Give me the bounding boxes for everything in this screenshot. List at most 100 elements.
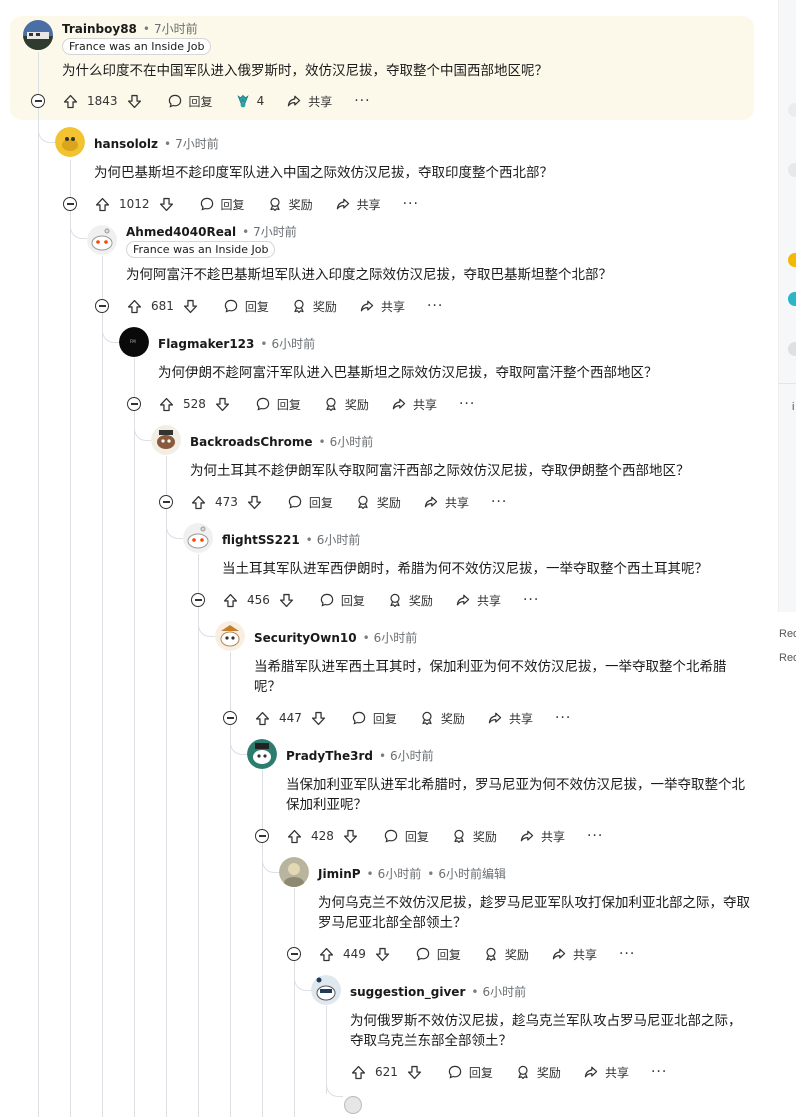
share-button[interactable]: 共享 <box>583 1064 629 1081</box>
upvote-icon[interactable] <box>158 396 175 413</box>
upvote-icon[interactable] <box>62 93 79 110</box>
username[interactable]: Ahmed4040Real <box>126 225 236 239</box>
reply-button[interactable]: 回复 <box>167 93 213 110</box>
sidebar-link[interactable]: Red <box>779 628 796 640</box>
reply-button[interactable]: 回复 <box>415 946 461 963</box>
reply-button[interactable]: 回复 <box>223 298 269 315</box>
share-button[interactable]: 共享 <box>487 710 533 727</box>
share-button[interactable]: 共享 <box>455 592 501 609</box>
timestamp[interactable]: 6小时前 <box>390 747 434 764</box>
more-options-button[interactable]: ··· <box>491 494 507 510</box>
award-button[interactable]: 奖励 <box>387 592 433 609</box>
avatar[interactable] <box>279 857 309 887</box>
username[interactable]: flightSS221 <box>222 533 300 547</box>
downvote-icon[interactable] <box>342 828 359 845</box>
more-options-button[interactable]: ··· <box>459 396 475 412</box>
downvote-icon[interactable] <box>374 946 391 963</box>
downvote-icon[interactable] <box>214 396 231 413</box>
collapse-button[interactable] <box>31 94 45 108</box>
collapse-button[interactable] <box>95 299 109 313</box>
downvote-icon[interactable] <box>182 298 199 315</box>
username[interactable]: suggestion_giver <box>350 985 465 999</box>
share-button[interactable]: 共享 <box>391 396 437 413</box>
username[interactable]: BackroadsChrome <box>190 435 312 449</box>
sidebar-link[interactable]: Red <box>779 652 796 664</box>
avatar[interactable] <box>183 523 213 553</box>
username[interactable]: JiminP <box>318 867 361 881</box>
award-button[interactable]: 奖励 <box>483 946 529 963</box>
award-button[interactable]: 奖励 <box>515 1064 561 1081</box>
share-button[interactable]: 共享 <box>286 93 332 110</box>
downvote-icon[interactable] <box>126 93 143 110</box>
sidebar-avatar[interactable] <box>788 253 796 267</box>
timestamp[interactable]: 7小时前 <box>253 223 297 240</box>
award-count-button[interactable]: 4 <box>235 93 264 109</box>
reply-button[interactable]: 回复 <box>447 1064 493 1081</box>
reply-button[interactable]: 回复 <box>351 710 397 727</box>
reply-button[interactable]: 回复 <box>255 396 301 413</box>
timestamp[interactable]: 6小时前 <box>374 629 418 646</box>
award-button[interactable]: 奖励 <box>419 710 465 727</box>
username[interactable]: hansololz <box>94 137 158 151</box>
avatar[interactable] <box>55 127 85 157</box>
more-options-button[interactable]: ··· <box>403 196 419 212</box>
collapse-button[interactable] <box>255 829 269 843</box>
upvote-icon[interactable] <box>254 710 271 727</box>
sidebar-avatar[interactable] <box>788 163 796 177</box>
award-button[interactable]: 奖励 <box>355 494 401 511</box>
downvote-icon[interactable] <box>246 494 263 511</box>
username[interactable]: PradyThe3rd <box>286 749 373 763</box>
collapse-button[interactable] <box>223 711 237 725</box>
avatar[interactable] <box>151 425 181 455</box>
sidebar-avatar[interactable] <box>788 292 796 306</box>
collapse-button[interactable] <box>63 197 77 211</box>
share-button[interactable]: 共享 <box>423 494 469 511</box>
share-button[interactable]: 共享 <box>335 196 381 213</box>
collapse-button[interactable] <box>191 593 205 607</box>
award-button[interactable]: 奖励 <box>291 298 337 315</box>
timestamp[interactable]: 6小时前 <box>378 865 422 882</box>
upvote-icon[interactable] <box>350 1064 367 1081</box>
username[interactable]: SecurityOwn10 <box>254 631 357 645</box>
avatar[interactable]: FM <box>119 327 149 357</box>
timestamp[interactable]: 7小时前 <box>175 135 219 152</box>
reply-button[interactable]: 回复 <box>383 828 429 845</box>
upvote-icon[interactable] <box>126 298 143 315</box>
collapse-button[interactable] <box>159 495 173 509</box>
more-options-button[interactable]: ··· <box>354 93 370 109</box>
award-button[interactable]: 奖励 <box>323 396 369 413</box>
timestamp[interactable]: 7小时前 <box>154 20 198 37</box>
avatar[interactable] <box>23 20 53 50</box>
upvote-icon[interactable] <box>94 196 111 213</box>
more-options-button[interactable]: ··· <box>427 298 443 314</box>
share-button[interactable]: 共享 <box>519 828 565 845</box>
upvote-icon[interactable] <box>286 828 303 845</box>
downvote-icon[interactable] <box>310 710 327 727</box>
share-button[interactable]: 共享 <box>551 946 597 963</box>
more-options-button[interactable]: ··· <box>587 828 603 844</box>
more-options-button[interactable]: ··· <box>651 1064 667 1080</box>
avatar[interactable] <box>87 225 117 255</box>
timestamp[interactable]: 6小时前 <box>482 983 526 1000</box>
more-options-button[interactable]: ··· <box>523 592 539 608</box>
downvote-icon[interactable] <box>278 592 295 609</box>
reply-button[interactable]: 回复 <box>319 592 365 609</box>
downvote-icon[interactable] <box>158 196 175 213</box>
collapse-button[interactable] <box>287 947 301 961</box>
reply-button[interactable]: 回复 <box>199 196 245 213</box>
downvote-icon[interactable] <box>406 1064 423 1081</box>
sidebar-avatar[interactable] <box>788 103 796 117</box>
avatar[interactable] <box>247 739 277 769</box>
timestamp[interactable]: 6小时前 <box>330 433 374 450</box>
avatar[interactable] <box>215 621 245 651</box>
more-options-button[interactable]: ··· <box>619 946 635 962</box>
collapse-button[interactable] <box>127 397 141 411</box>
timestamp[interactable]: 6小时前 <box>271 335 315 352</box>
username[interactable]: Flagmaker123 <box>158 337 254 351</box>
reply-button[interactable]: 回复 <box>287 494 333 511</box>
sidebar-avatar[interactable] <box>788 342 796 356</box>
more-options-button[interactable]: ··· <box>555 710 571 726</box>
award-button[interactable]: 奖励 <box>267 196 313 213</box>
upvote-icon[interactable] <box>318 946 335 963</box>
timestamp[interactable]: 6小时前 <box>317 531 361 548</box>
